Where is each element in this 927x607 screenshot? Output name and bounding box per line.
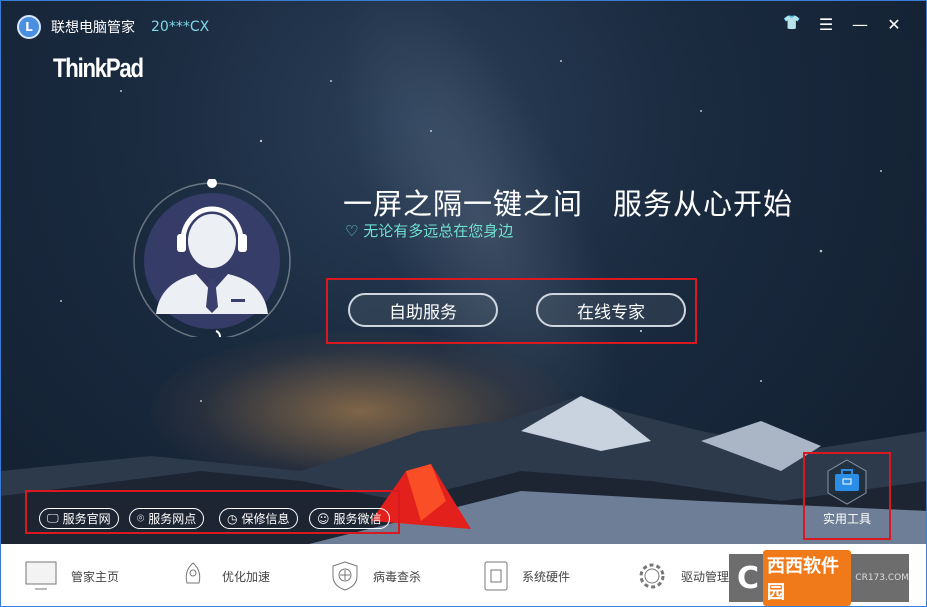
monitor-icon xyxy=(25,561,57,590)
service-wechat-link[interactable]: ☺ 服务微信 xyxy=(309,508,390,529)
service-agent-avatar xyxy=(133,179,291,337)
chat-icon: ☺ xyxy=(317,511,330,526)
online-expert-button[interactable]: 在线专家 xyxy=(536,293,686,327)
app-window: L 联想电脑管家 20***CX ThinkPad 👕 ☰ — ✕ 一屏之隔一键… xyxy=(0,0,927,607)
nav-antivirus[interactable]: 病毒查杀 xyxy=(307,544,460,606)
minimize-icon[interactable]: — xyxy=(850,15,870,34)
shield-icon xyxy=(332,561,358,591)
link-label: 服务官网 xyxy=(62,512,111,526)
rocket-icon xyxy=(185,562,201,584)
link-label: 服务网点 xyxy=(148,512,197,526)
device-model: 20***CX xyxy=(151,19,210,35)
watermark-c-icon: C xyxy=(737,560,760,596)
tools-label: 实用工具 xyxy=(822,512,871,526)
service-website-link[interactable]: 🖵 服务官网 xyxy=(39,508,119,529)
watermark-text: 西西软件园 xyxy=(763,550,852,606)
clock-icon: ◷ xyxy=(227,511,238,526)
app-logo-icon: L xyxy=(17,15,41,39)
warranty-info-link[interactable]: ◷ 保修信息 xyxy=(219,508,298,529)
app-title: 联想电脑管家 xyxy=(51,20,135,36)
nav-hardware[interactable]: 系统硬件 xyxy=(460,544,613,606)
gear-icon xyxy=(639,563,665,589)
nav-label: 优化加速 xyxy=(222,569,271,584)
self-service-button[interactable]: 自助服务 xyxy=(348,293,498,327)
monitor-icon: 🖵 xyxy=(47,511,59,525)
tools-button[interactable]: 实用工具 xyxy=(807,457,887,537)
heart-icon: ♡ xyxy=(345,222,359,240)
nav-label: 驱动管理 xyxy=(681,569,730,584)
menu-icon[interactable]: ☰ xyxy=(816,15,836,34)
link-label: 服务微信 xyxy=(333,512,382,526)
close-icon[interactable]: ✕ xyxy=(884,15,904,34)
link-label: 保修信息 xyxy=(241,512,290,526)
chip-icon xyxy=(484,561,508,591)
window-controls: 👕 ☰ — ✕ xyxy=(782,15,904,34)
skin-icon[interactable]: 👕 xyxy=(782,15,802,34)
hero-subtitle: ♡ 无论有多远总在您身边 xyxy=(345,220,513,241)
subtitle-text: 无论有多远总在您身边 xyxy=(363,222,514,240)
thinkpad-logo: ThinkPad xyxy=(53,53,144,83)
title-bar: L 联想电脑管家 20***CX xyxy=(17,15,209,39)
watermark-url: CR173.COM xyxy=(855,573,909,583)
toolbox-icon xyxy=(827,459,867,505)
nav-label: 病毒查杀 xyxy=(373,569,422,584)
nav-label: 系统硬件 xyxy=(522,569,571,584)
location-icon: ⌾ xyxy=(137,511,145,525)
hero-headline: 一屏之隔一键之间 服务从心开始 xyxy=(343,187,794,221)
nav-label: 管家主页 xyxy=(71,569,120,584)
service-outlets-link[interactable]: ⌾ 服务网点 xyxy=(129,508,205,529)
watermark-logo: C 西西软件园 CR173.COM xyxy=(729,550,909,606)
nav-optimize[interactable]: 优化加速 xyxy=(154,544,307,606)
nav-home[interactable]: 管家主页 xyxy=(1,544,154,606)
